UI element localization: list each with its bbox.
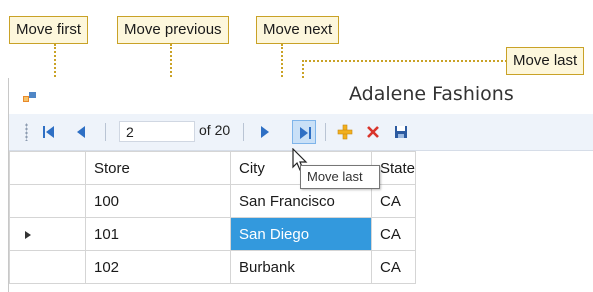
cell-city[interactable]: Burbank <box>230 250 372 284</box>
move-previous-button[interactable] <box>69 120 93 144</box>
separator <box>243 123 244 141</box>
row-header[interactable] <box>9 250 86 284</box>
binding-navigator: 2 of 20 <box>9 114 593 151</box>
column-header-store[interactable]: Store <box>85 151 231 185</box>
form-icon <box>23 90 37 102</box>
move-next-icon <box>261 126 269 138</box>
callout-move-previous: Move previous <box>117 16 229 44</box>
cell-state[interactable]: CA <box>370 184 417 218</box>
separator <box>325 123 326 141</box>
window-title: Adalene Fashions <box>349 83 514 105</box>
callout-move-first: Move first <box>9 16 89 44</box>
save-button[interactable] <box>389 120 413 144</box>
cell-store[interactable]: 100 <box>85 184 231 218</box>
cell-store[interactable]: 101 <box>85 217 231 251</box>
title-bar: Adalene Fashions <box>9 78 593 114</box>
callout-move-last: Move last <box>506 47 585 75</box>
move-next-button[interactable] <box>253 120 277 144</box>
cell-city[interactable]: San Francisco <box>230 184 372 218</box>
count-label: of 20 <box>199 122 231 138</box>
cell-store[interactable]: 102 <box>85 250 231 284</box>
cell-city-selected[interactable]: San Diego <box>230 217 372 251</box>
move-previous-icon <box>77 126 85 138</box>
move-last-icon <box>300 127 311 139</box>
move-last-button[interactable] <box>292 120 316 144</box>
row-pointer-icon <box>25 231 31 239</box>
separator <box>105 123 106 141</box>
callout-move-next: Move next <box>256 16 340 44</box>
table-row[interactable]: 102 Burbank CA <box>9 250 417 284</box>
add-new-button[interactable] <box>333 120 357 144</box>
move-first-button[interactable] <box>37 120 61 144</box>
table-row[interactable]: 101 San Diego CA <box>9 217 417 251</box>
table-row[interactable]: 100 San Francisco CA <box>9 184 417 218</box>
row-header-current[interactable] <box>9 217 86 251</box>
position-textbox[interactable]: 2 <box>119 121 195 142</box>
grid-corner-cell[interactable] <box>9 151 86 185</box>
save-icon <box>395 126 407 138</box>
move-first-icon <box>43 126 54 138</box>
delete-icon <box>367 126 379 138</box>
toolbar-grip[interactable] <box>25 123 28 141</box>
cell-state[interactable]: CA <box>370 217 417 251</box>
row-header[interactable] <box>9 184 86 218</box>
add-new-icon <box>337 124 353 140</box>
leader-move-last-h <box>302 60 507 62</box>
delete-button[interactable] <box>361 120 385 144</box>
tooltip: Move last <box>300 165 380 189</box>
cell-state[interactable]: CA <box>370 250 417 284</box>
